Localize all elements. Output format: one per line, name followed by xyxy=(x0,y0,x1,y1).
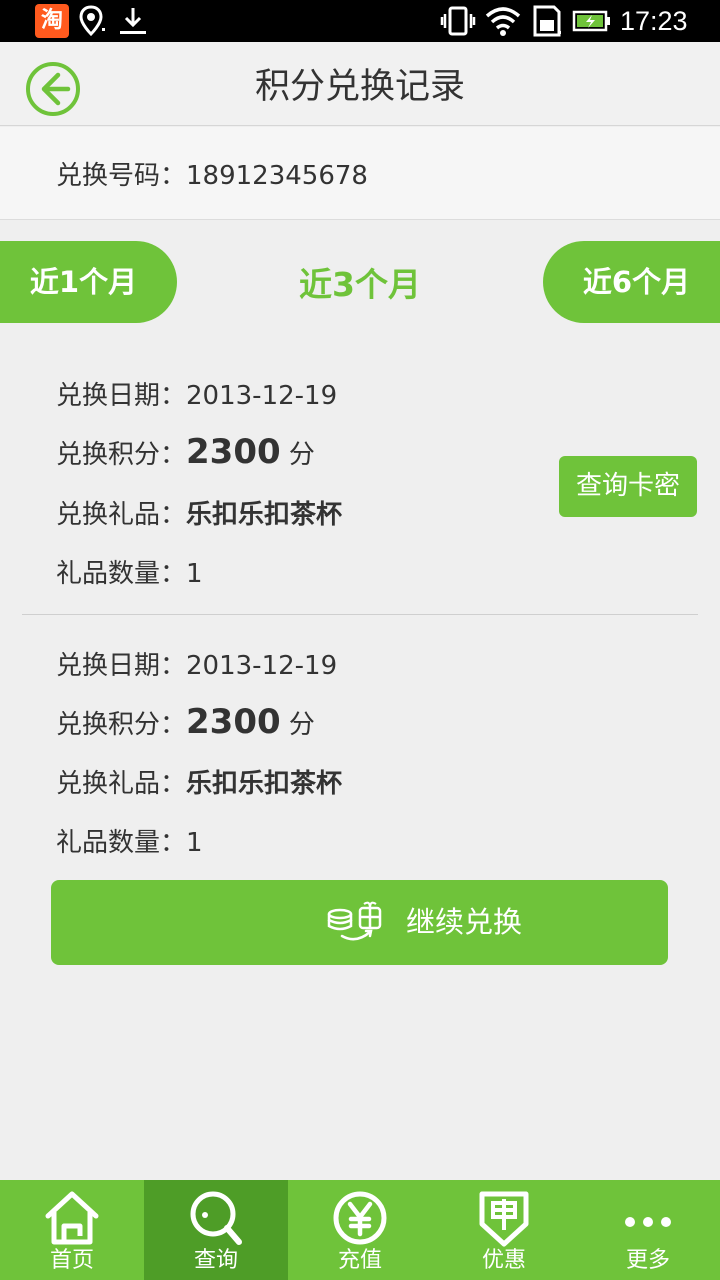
status-bar: 淘 17:23 xyxy=(0,0,720,42)
points-unit: 分 xyxy=(288,710,315,740)
location-icon xyxy=(79,5,105,37)
tab-6-months[interactable]: 近6个月 xyxy=(543,241,720,323)
nav-label-recharge: 充值 xyxy=(337,1248,382,1273)
date-label: 兑换日期： xyxy=(56,381,187,411)
sd-card-icon xyxy=(533,5,561,37)
account-number: 兑换号码：18912345678 xyxy=(56,155,368,192)
continue-exchange-label: 继续兑换 xyxy=(406,905,523,939)
nav-label-home: 首页 xyxy=(49,1248,94,1273)
back-button[interactable] xyxy=(24,60,82,118)
gift-value: 乐扣乐扣茶杯 xyxy=(186,500,343,530)
record-date: 兑换日期：2013-12-19 xyxy=(56,375,337,412)
record-quantity: 礼品数量：1 xyxy=(56,553,203,590)
record-quantity: 礼品数量：1 xyxy=(56,822,203,859)
gift-label: 兑换礼品： xyxy=(56,500,187,530)
query-card-password-button[interactable]: 查询卡密 xyxy=(559,456,697,517)
points-label: 兑换积分： xyxy=(56,440,187,470)
battery-charging-icon xyxy=(572,10,610,32)
vibrate-icon xyxy=(440,6,476,36)
points-value: 2300 xyxy=(186,432,281,472)
nav-item-more[interactable]: 更多 xyxy=(576,1180,720,1280)
home-icon xyxy=(45,1191,99,1245)
taobao-icon: 淘 xyxy=(35,4,69,38)
yuan-icon xyxy=(333,1191,387,1245)
date-value: 2013-12-19 xyxy=(186,381,338,411)
nav-label-offers: 优惠 xyxy=(481,1248,526,1273)
record-date: 兑换日期：2013-12-19 xyxy=(56,645,337,682)
bottom-nav: 首页 查询 充值 优惠 更多 xyxy=(0,1180,720,1280)
nav-item-recharge[interactable]: 充值 xyxy=(288,1180,432,1280)
quantity-label: 礼品数量： xyxy=(56,828,187,858)
page-title: 积分兑换记录 xyxy=(254,67,465,107)
account-number-value: 18912345678 xyxy=(186,161,368,191)
gift-value: 乐扣乐扣茶杯 xyxy=(186,769,343,799)
continue-exchange-button[interactable]: 继续兑换 xyxy=(51,880,668,965)
tab-3-months[interactable]: 近3个月 xyxy=(180,241,540,323)
nav-label-search: 查询 xyxy=(193,1248,238,1273)
points-value: 2300 xyxy=(186,702,281,742)
period-tabs: 近1个月 近3个月 近6个月 xyxy=(0,241,720,323)
quantity-value: 1 xyxy=(186,559,203,589)
record-gift: 兑换礼品：乐扣乐扣茶杯 xyxy=(56,494,342,531)
more-icon xyxy=(625,1217,671,1227)
nav-label-more: 更多 xyxy=(625,1248,670,1273)
title-bar: 积分兑换记录 xyxy=(0,42,720,126)
coins-gift-icon xyxy=(327,901,382,941)
points-unit: 分 xyxy=(288,440,315,470)
account-row: 兑换号码：18912345678 xyxy=(0,127,720,220)
account-label: 兑换号码： xyxy=(56,161,187,191)
date-value: 2013-12-19 xyxy=(186,651,338,681)
record-points: 兑换积分：2300 分 xyxy=(56,432,315,472)
record-gift: 兑换礼品：乐扣乐扣茶杯 xyxy=(56,763,342,800)
nav-item-offers[interactable]: 优惠 xyxy=(432,1180,576,1280)
back-arrow-icon xyxy=(26,62,80,116)
record-points: 兑换积分：2300 分 xyxy=(56,702,315,742)
coupon-icon xyxy=(479,1191,529,1247)
clock-time: 17:23 xyxy=(620,6,688,36)
search-icon xyxy=(190,1191,242,1245)
download-icon xyxy=(120,8,146,34)
gift-label: 兑换礼品： xyxy=(56,769,187,799)
quantity-value: 1 xyxy=(186,828,203,858)
tab-1-month[interactable]: 近1个月 xyxy=(0,241,177,323)
record-divider xyxy=(22,614,698,615)
points-label: 兑换积分： xyxy=(56,710,187,740)
quantity-label: 礼品数量： xyxy=(56,559,187,589)
nav-item-search[interactable]: 查询 xyxy=(144,1180,288,1280)
wifi-icon xyxy=(485,7,521,36)
date-label: 兑换日期： xyxy=(56,651,187,681)
nav-item-home[interactable]: 首页 xyxy=(0,1180,144,1280)
